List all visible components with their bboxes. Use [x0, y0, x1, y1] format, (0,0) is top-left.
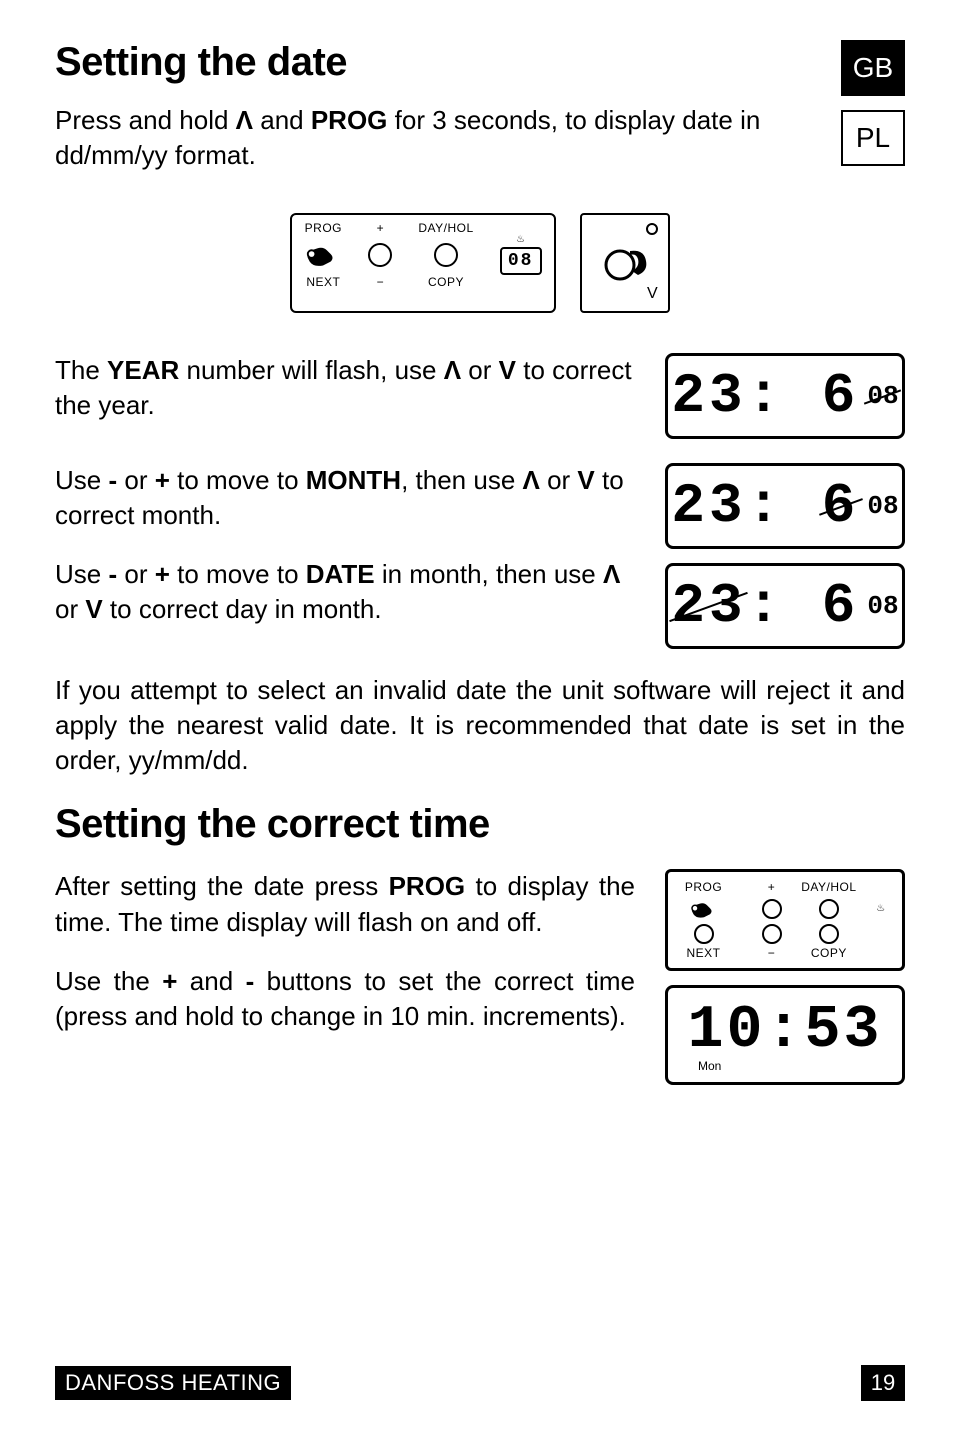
label-copy: COPY: [811, 946, 847, 960]
text: or: [117, 465, 155, 495]
text: to move to: [170, 465, 306, 495]
prog-label: PROG: [311, 105, 388, 135]
small-lcd: 08: [500, 247, 542, 275]
text: or: [540, 465, 578, 495]
text: Use the: [55, 966, 162, 996]
figure-controls-top: PROG + DAY/HOL ♨ 08 NEXT − COPY V: [55, 213, 905, 313]
minus-button[interactable]: [762, 924, 782, 944]
text: Use: [55, 559, 108, 589]
label-dayhol: DAY/HOL: [801, 880, 856, 894]
lcd-main-digits: 23: 6: [671, 364, 859, 428]
up-symbol: Λ: [523, 465, 540, 495]
text: +: [155, 465, 170, 495]
up-symbol: Λ: [236, 105, 253, 135]
label-copy: COPY: [418, 275, 473, 289]
lcd-time-day: Mon: [698, 1059, 721, 1073]
lcd-sub-digits: 08: [867, 591, 898, 621]
text: or: [117, 559, 155, 589]
step-year-text: The YEAR number will flash, use Λ or V t…: [55, 353, 635, 423]
down-symbol: V: [499, 355, 516, 385]
label-prog: PROG: [304, 221, 342, 235]
lcd-year-digits: 08: [867, 381, 898, 411]
label-next: NEXT: [304, 275, 342, 289]
step-date-text: Use - or + to move to DATE in month, the…: [55, 557, 635, 627]
text: The: [55, 355, 107, 385]
lcd-time-digits: 10:53: [687, 997, 882, 1065]
invalid-date-note: If you attempt to select an invalid date…: [55, 673, 905, 778]
hand-press-icon: [304, 239, 342, 271]
label-minus: −: [768, 946, 776, 960]
lcd-date: 23: 6 08: [665, 563, 905, 649]
text: After setting the date press: [55, 871, 389, 901]
text: or: [461, 355, 499, 385]
text: -: [246, 966, 255, 996]
flame-icon: ♨: [876, 904, 885, 914]
text: MONTH: [306, 465, 401, 495]
side-dial: V: [580, 213, 670, 313]
lcd-main-digits: 23: 6: [671, 474, 859, 538]
lang-tab-pl[interactable]: PL: [841, 110, 905, 166]
lcd-main-digits: 23: 6: [671, 574, 859, 638]
text: -: [108, 559, 117, 589]
text: Press and hold: [55, 105, 236, 135]
text: DATE: [306, 559, 375, 589]
plus-button[interactable]: [368, 243, 392, 267]
control-panel: PROG + DAY/HOL ♨ 08 NEXT − COPY: [290, 213, 555, 313]
text: and: [177, 966, 245, 996]
label-plus: +: [368, 221, 392, 235]
lcd-year: 23: 6 08: [665, 353, 905, 439]
down-symbol: V: [85, 594, 102, 624]
label-prog: PROG: [685, 880, 722, 894]
text: to correct day in month.: [103, 594, 382, 624]
label-plus: +: [768, 880, 776, 894]
step-month-text: Use - or + to move to MONTH, then use Λ …: [55, 463, 635, 533]
label-minus: −: [368, 275, 392, 289]
text: +: [162, 966, 177, 996]
dayhol-button[interactable]: [819, 899, 839, 919]
text: in month, then use: [375, 559, 603, 589]
up-symbol: Λ: [444, 355, 461, 385]
lcd-time: 10:53 Mon: [665, 985, 905, 1085]
hand-press-icon: [689, 896, 719, 922]
down-symbol: V: [577, 465, 594, 495]
label-dayhol: DAY/HOL: [418, 221, 473, 235]
text: Use: [55, 465, 108, 495]
up-symbol: Λ: [603, 559, 620, 589]
text: number will flash, use: [179, 355, 443, 385]
lcd-month: 23: 6 08: [665, 463, 905, 549]
text: PROG: [389, 871, 466, 901]
text: , then use: [401, 465, 522, 495]
text: -: [108, 465, 117, 495]
plus-button[interactable]: [762, 899, 782, 919]
label-next: NEXT: [687, 946, 721, 960]
footer-brand: DANFOSS HEATING: [55, 1366, 291, 1400]
dial-v-label: V: [647, 285, 658, 303]
hand-turn-icon: [600, 241, 650, 285]
intro-paragraph: Press and hold Λ and PROG for 3 seconds,…: [55, 103, 821, 173]
text: or: [55, 594, 85, 624]
text: and: [253, 105, 311, 135]
text: +: [155, 559, 170, 589]
flame-icon: ♨: [516, 235, 525, 245]
section-title-time: Setting the correct time: [55, 802, 905, 847]
dayhol-button[interactable]: [434, 243, 458, 267]
text: YEAR: [107, 355, 179, 385]
lang-tab-gb[interactable]: GB: [841, 40, 905, 96]
time-step-2: Use the + and - buttons to set the corre…: [55, 964, 635, 1034]
next-button[interactable]: [694, 924, 714, 944]
text: to move to: [170, 559, 306, 589]
control-panel-small: PROG + DAY/HOL ♨ NEXT −: [665, 869, 905, 971]
lcd-sub-digits: 08: [867, 491, 898, 521]
footer-page-number: 19: [861, 1365, 905, 1401]
copy-button[interactable]: [819, 924, 839, 944]
time-step-1: After setting the date press PROG to dis…: [55, 869, 635, 939]
section-title-date: Setting the date: [55, 40, 821, 85]
dial-indicator-icon: [646, 223, 658, 235]
